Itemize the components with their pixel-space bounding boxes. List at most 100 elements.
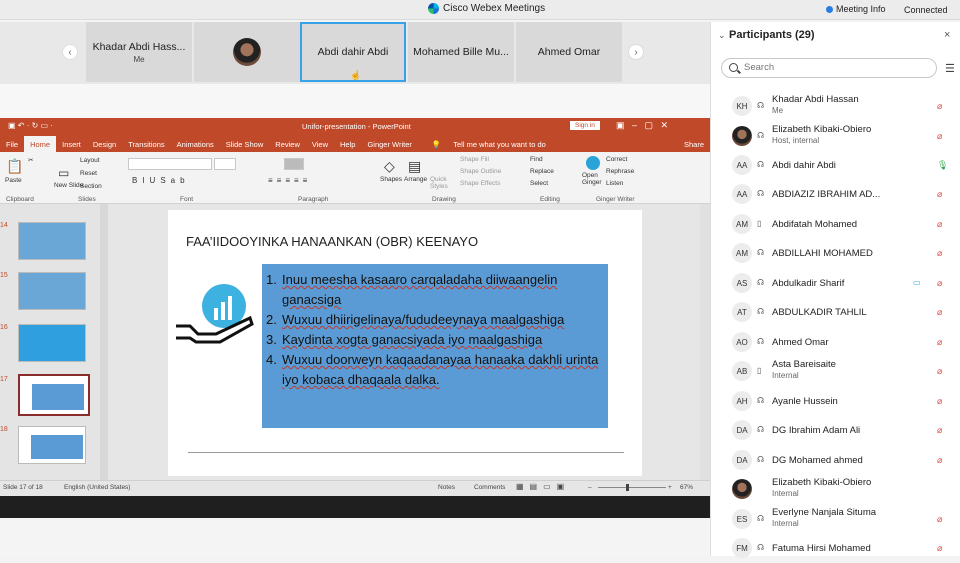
- reset-button[interactable]: Reset: [80, 170, 97, 177]
- shape-fill-button[interactable]: Shape Fill: [460, 156, 489, 163]
- strip-next-button[interactable]: ›: [628, 44, 644, 60]
- mic-muted-icon[interactable]: ⌀: [937, 514, 942, 525]
- paste-label[interactable]: Paste: [5, 177, 22, 184]
- mic-muted-icon[interactable]: ⌀: [937, 425, 942, 436]
- video-tile[interactable]: Mohamed Bille Mu...: [408, 22, 514, 82]
- mic-muted-icon[interactable]: ⌀: [937, 543, 942, 554]
- font-size-select[interactable]: [214, 158, 236, 170]
- tab-transitions[interactable]: Transitions: [122, 140, 170, 149]
- section-button[interactable]: Section: [80, 183, 102, 190]
- tab-design[interactable]: Design: [87, 140, 122, 149]
- list-style-button[interactable]: [284, 158, 304, 170]
- participant-row[interactable]: AA ☊ Abdi dahir Abdi 🎙: [711, 151, 960, 180]
- rephrase-button[interactable]: Rephrase: [606, 168, 634, 175]
- share-button[interactable]: Share: [678, 140, 710, 149]
- participant-row[interactable]: DA ☊ DG Ibrahim Adam Ali ⌀: [711, 416, 960, 445]
- tab-help[interactable]: Help: [334, 140, 361, 149]
- font-name-select[interactable]: [128, 158, 212, 170]
- participant-row[interactable]: ES ☊ Everlyne Nanjala Situma Internal ⌀: [711, 505, 960, 534]
- shapes-icon[interactable]: ◇: [384, 158, 395, 175]
- tab-animations[interactable]: Animations: [171, 140, 220, 149]
- correct-button[interactable]: Correct: [606, 156, 627, 163]
- participant-row[interactable]: ☊ Elizabeth Kibaki-Obiero Host, internal ⌀: [711, 122, 960, 151]
- paste-icon[interactable]: 📋: [6, 158, 23, 175]
- view-buttons[interactable]: ▦▤▭▣: [516, 482, 570, 491]
- participant-row[interactable]: AH ☊ Ayanle Hussein ⌀: [711, 387, 960, 416]
- slide-thumbnail[interactable]: [18, 426, 86, 464]
- zoom-out-button[interactable]: –: [588, 484, 592, 491]
- mic-muted-icon[interactable]: ⌀: [937, 219, 942, 230]
- mic-muted-icon[interactable]: ⌀: [937, 189, 942, 200]
- comments-button[interactable]: Comments: [474, 484, 505, 491]
- participant-row[interactable]: AM ☊ ABDILLAHI MOHAMED ⌀: [711, 239, 960, 268]
- list-view-icon[interactable]: ☰: [945, 62, 955, 75]
- mic-muted-icon[interactable]: ⌀: [937, 307, 942, 318]
- font-format-buttons[interactable]: BIUSab: [132, 176, 190, 185]
- mic-muted-icon[interactable]: ⌀: [937, 337, 942, 348]
- slide-thumbnail[interactable]: [18, 324, 86, 362]
- participant-row[interactable]: AA ☊ ABDIAZIZ IBRAHIM AD... ⌀: [711, 180, 960, 209]
- shape-outline-button[interactable]: Shape Outline: [460, 168, 501, 175]
- mic-muted-icon[interactable]: ⌀: [937, 455, 942, 466]
- participant-row[interactable]: KH ☊ Khadar Abdi Hassan Me ⌀: [711, 92, 960, 121]
- participant-row[interactable]: AT ☊ ABDULKADIR TAHLIL ⌀: [711, 298, 960, 327]
- participant-row[interactable]: DA ☊ DG Mohamed ahmed ⌀: [711, 446, 960, 475]
- video-camera-icon[interactable]: ▭: [913, 278, 921, 287]
- tab-insert[interactable]: Insert: [56, 140, 87, 149]
- participant-row[interactable]: AB ▯ Asta Bareisaite Internal ⌀: [711, 357, 960, 386]
- find-button[interactable]: Find: [530, 156, 543, 163]
- video-tile-active[interactable]: Abdi dahir Abdi ☝: [300, 22, 406, 82]
- mic-icon[interactable]: 🎙: [937, 160, 948, 171]
- close-icon[interactable]: ×: [944, 29, 950, 41]
- slide-thumbnail-selected[interactable]: [18, 374, 90, 416]
- cut-icon[interactable]: ✂: [28, 156, 33, 164]
- tab-view[interactable]: View: [306, 140, 334, 149]
- mic-muted-icon[interactable]: ⌀: [937, 396, 942, 407]
- slide-thumbnail[interactable]: [18, 222, 86, 260]
- zoom-level[interactable]: 67%: [680, 484, 693, 491]
- slide-thumbnail[interactable]: [18, 272, 86, 310]
- shapes-label[interactable]: Shapes: [380, 176, 402, 183]
- tab-ginger-writer[interactable]: Ginger Writer: [361, 140, 417, 149]
- search-input[interactable]: [744, 62, 924, 73]
- mic-muted-icon[interactable]: ⌀: [937, 278, 942, 289]
- notes-button[interactable]: Notes: [438, 484, 455, 491]
- language-status[interactable]: English (United States): [64, 484, 130, 491]
- thumbnail-scrollbar[interactable]: [100, 204, 108, 480]
- zoom-in-button[interactable]: +: [668, 484, 672, 491]
- arrange-label[interactable]: Arrange: [404, 176, 427, 183]
- mic-muted-icon[interactable]: ⌀: [937, 131, 942, 142]
- participant-row[interactable]: AO ☊ Ahmed Omar ⌀: [711, 328, 960, 357]
- paragraph-buttons[interactable]: ≡≡≡≡≡: [268, 176, 311, 185]
- participant-search[interactable]: [721, 58, 937, 78]
- meeting-info-button[interactable]: Meeting Info: [826, 4, 886, 14]
- strip-prev-button[interactable]: ‹: [62, 44, 78, 60]
- participant-row[interactable]: AM ▯ Abdifatah Mohamed ⌀: [711, 210, 960, 239]
- slide-content-box[interactable]: 1. Inuu meesha kasaaro carqaladaha diiwaa…: [262, 264, 608, 428]
- replace-button[interactable]: Replace: [530, 168, 554, 175]
- zoom-slider[interactable]: [598, 487, 666, 488]
- tab-file[interactable]: File: [0, 140, 24, 149]
- video-tile[interactable]: Khadar Abdi Hass... Me: [86, 22, 192, 82]
- slide-canvas[interactable]: FAA’IIDOOYINKA HANAANKAN (OBR) KEENAYO 1…: [168, 210, 642, 476]
- slide-scrollbar[interactable]: [700, 204, 710, 480]
- chevron-down-icon[interactable]: ⌄: [718, 30, 726, 41]
- new-slide-icon[interactable]: ▭: [58, 166, 69, 180]
- shape-effects-button[interactable]: Shape Effects: [460, 180, 500, 187]
- tab-review[interactable]: Review: [269, 140, 306, 149]
- video-tile[interactable]: Ahmed Omar: [516, 22, 622, 82]
- mic-muted-icon[interactable]: ⌀: [937, 248, 942, 259]
- participant-row[interactable]: FM ☊ Fatuma Hirsi Mohamed ⌀: [711, 534, 960, 563]
- ginger-icon[interactable]: [586, 156, 600, 170]
- participant-row[interactable]: Elizabeth Kibaki-Obiero Internal: [711, 475, 960, 504]
- tab-home[interactable]: Home: [24, 136, 57, 152]
- sign-in-button[interactable]: Sign in: [570, 121, 600, 130]
- zoom-slider-thumb[interactable]: [626, 484, 629, 491]
- tell-me-search[interactable]: Tell me what you want to do: [447, 140, 552, 149]
- mic-muted-icon[interactable]: ⌀: [937, 101, 942, 112]
- mic-muted-icon[interactable]: ⌀: [937, 366, 942, 377]
- listen-button[interactable]: Listen: [606, 180, 623, 187]
- arrange-icon[interactable]: ▤: [408, 158, 421, 175]
- video-tile[interactable]: [194, 22, 300, 82]
- select-button[interactable]: Select: [530, 180, 548, 187]
